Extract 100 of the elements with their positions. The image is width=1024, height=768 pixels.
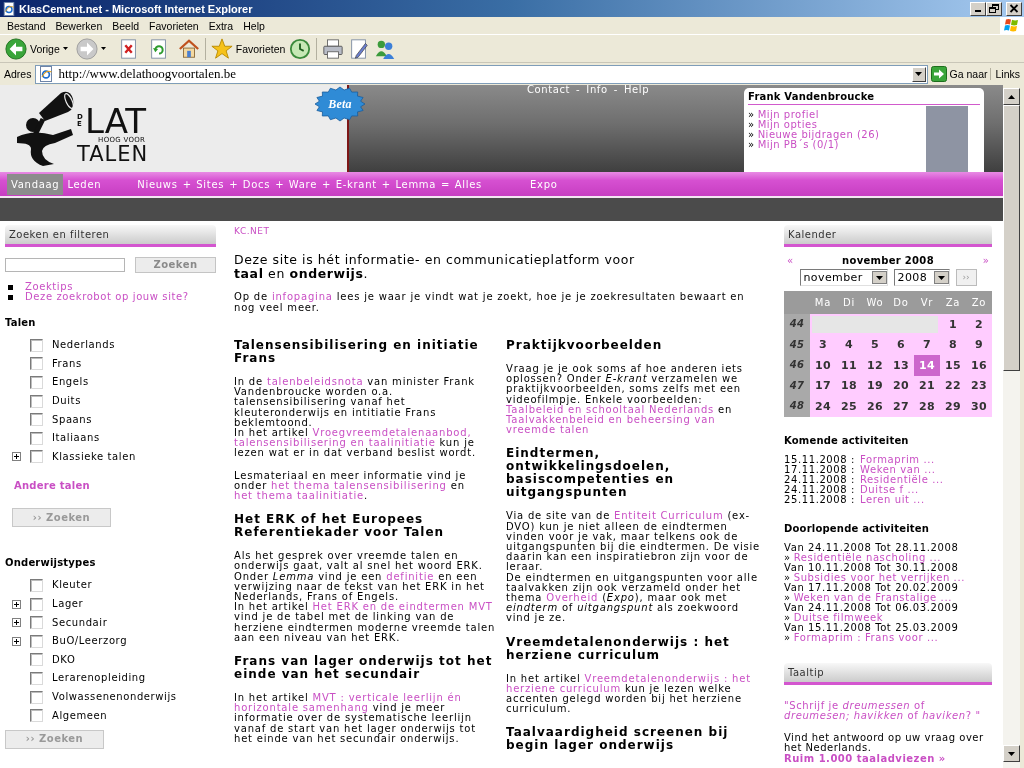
article-link[interactable]: MVT	[468, 601, 493, 613]
calendar-day[interactable]: 13	[888, 355, 914, 376]
calendar-day[interactable]: 15	[940, 355, 966, 376]
nav-tab[interactable]: Expo	[526, 174, 562, 195]
checkbox[interactable]	[30, 431, 43, 445]
activity-link[interactable]: Weken van de Franstalige ...	[793, 592, 952, 603]
calendar-day[interactable]: 16	[966, 355, 992, 376]
calendar-day[interactable]: 17	[810, 375, 836, 396]
nav-tab[interactable]: Vandaag	[7, 174, 64, 195]
calendar-day[interactable]: 24	[810, 396, 836, 417]
search-button[interactable]: Zoeken	[135, 257, 216, 273]
menu-item[interactable]: Help	[238, 19, 270, 32]
forward-button[interactable]	[73, 35, 108, 62]
calendar-day[interactable]: 25	[836, 396, 862, 417]
article-link[interactable]: talensensibilisering en taalinitiatie	[234, 437, 436, 449]
checkbox[interactable]	[30, 357, 43, 371]
calendar-day[interactable]: 28	[914, 396, 940, 417]
article-link[interactable]: vreemde talen	[506, 424, 590, 436]
vertical-scrollbar[interactable]	[1003, 88, 1020, 768]
article-link[interactable]: het thema taalinitiatie	[234, 490, 364, 502]
nav-tab[interactable]: Leden	[63, 174, 106, 195]
calendar-day[interactable]: 7	[914, 334, 940, 355]
activity-link[interactable]: Duitse f ...	[860, 484, 919, 495]
address-field[interactable]: http://www.delathoogvoortalen.be	[35, 64, 928, 84]
calendar-day[interactable]: 23	[966, 375, 992, 396]
search-button[interactable]: ›› Zoeken	[5, 729, 104, 749]
favorites-button[interactable]: Favorieten	[208, 35, 288, 62]
scrollbar-thumb[interactable]	[1003, 105, 1020, 371]
menu-item[interactable]: Bewerken	[50, 19, 108, 32]
activity-link[interactable]: Duitse filmweek	[793, 612, 884, 623]
more-languages-link[interactable]: Andere talen	[14, 480, 90, 493]
minimize-button[interactable]	[970, 1, 986, 16]
calendar-day[interactable]: 4	[836, 334, 862, 355]
checkbox[interactable]	[30, 338, 43, 352]
article-link[interactable]: Het ERK en de eindtermen	[312, 601, 465, 613]
activity-link[interactable]: Subsidies voor het verrijken ...	[793, 572, 965, 583]
month-select[interactable]: november	[799, 269, 888, 286]
calendar-day[interactable]: 21	[914, 375, 940, 396]
nav-tab[interactable]: E-krant	[333, 174, 379, 195]
header-link[interactable]: Contact	[527, 85, 571, 95]
menu-item[interactable]: Favorieten	[144, 19, 204, 32]
expand-icon[interactable]	[12, 618, 21, 628]
nav-tab[interactable]: Sites	[194, 174, 227, 195]
checkbox[interactable]	[30, 690, 43, 704]
activity-link[interactable]: Residentiële ...	[860, 474, 944, 485]
menu-item[interactable]: Extra	[203, 19, 239, 32]
article-link[interactable]: Vroegvreemdetalenaanbod,	[312, 427, 472, 438]
calendar-day[interactable]: 29	[940, 396, 966, 417]
activity-link[interactable]: Formaprim ...	[860, 454, 935, 465]
checkbox[interactable]	[30, 653, 43, 667]
calendar-day[interactable]: 1	[940, 314, 966, 335]
dropdown-button[interactable]	[911, 66, 926, 82]
profile-link[interactable]: Mijn opties	[757, 120, 818, 130]
calendar-day[interactable]: 19	[862, 375, 888, 396]
activity-link[interactable]: Formaprim : Frans voor ...	[793, 632, 939, 643]
search-field[interactable]	[5, 258, 125, 272]
previous-month-link[interactable]: «	[784, 255, 797, 267]
search-help-link[interactable]: Zoektips	[25, 282, 73, 292]
header-link[interactable]: Info	[586, 85, 608, 95]
calendar-day[interactable]: 10	[810, 355, 836, 376]
search-button[interactable]: ›› Zoeken	[12, 508, 111, 528]
calendar-day[interactable]: 30	[966, 396, 992, 417]
scroll-down-button[interactable]	[1003, 745, 1020, 762]
checkbox[interactable]	[30, 616, 43, 630]
year-select[interactable]: 2008	[893, 269, 950, 286]
expand-icon[interactable]	[12, 599, 21, 609]
activity-link[interactable]: Leren uit ...	[860, 494, 925, 505]
checkbox[interactable]	[30, 578, 43, 592]
article-link[interactable]: Entiteit Curriculum	[614, 510, 724, 522]
article-link[interactable]: Taalvakkenbeleid en beheersing van	[506, 414, 716, 425]
article-link[interactable]: horizontale samenhang	[234, 702, 369, 714]
nav-tab[interactable]: Nieuws	[135, 174, 180, 195]
article-link[interactable]: herziene curriculum	[506, 682, 621, 694]
breadcrumb-link[interactable]: KC.NET	[234, 226, 270, 237]
article-link[interactable]: Overheid	[546, 592, 599, 604]
article-link[interactable]: talenbeleidsnota	[266, 376, 364, 387]
menu-item[interactable]: Beeld	[107, 19, 145, 32]
menu-item[interactable]: Bestand	[2, 19, 51, 32]
nav-tab[interactable]: Ware	[286, 174, 320, 195]
expand-icon[interactable]	[12, 452, 21, 462]
calendar-day[interactable]: 18	[836, 375, 862, 396]
expand-icon[interactable]	[12, 636, 21, 646]
calendar-day[interactable]: 9	[966, 334, 992, 355]
links-button[interactable]: Links	[990, 68, 1024, 80]
calendar-day[interactable]: 20	[888, 375, 914, 396]
article-link[interactable]: het thema talensensibilisering	[271, 479, 447, 491]
calendar-day[interactable]: 6	[888, 334, 914, 355]
go-button[interactable]: ››	[955, 269, 977, 286]
checkbox[interactable]	[30, 413, 43, 427]
calendar-day[interactable]: 12	[862, 355, 888, 376]
checkbox[interactable]	[30, 450, 43, 464]
calendar-day[interactable]: 2	[966, 314, 992, 335]
checkbox[interactable]	[30, 634, 43, 648]
article-link[interactable]: definitie	[386, 570, 435, 582]
activity-link[interactable]: Residentiële nascholing ...	[793, 552, 941, 563]
restore-button[interactable]	[986, 1, 1002, 16]
checkbox[interactable]	[30, 709, 43, 723]
go-button[interactable]: Ga naar	[927, 66, 991, 82]
calendar-day[interactable]: 8	[940, 334, 966, 355]
calendar-day[interactable]: 5	[862, 334, 888, 355]
